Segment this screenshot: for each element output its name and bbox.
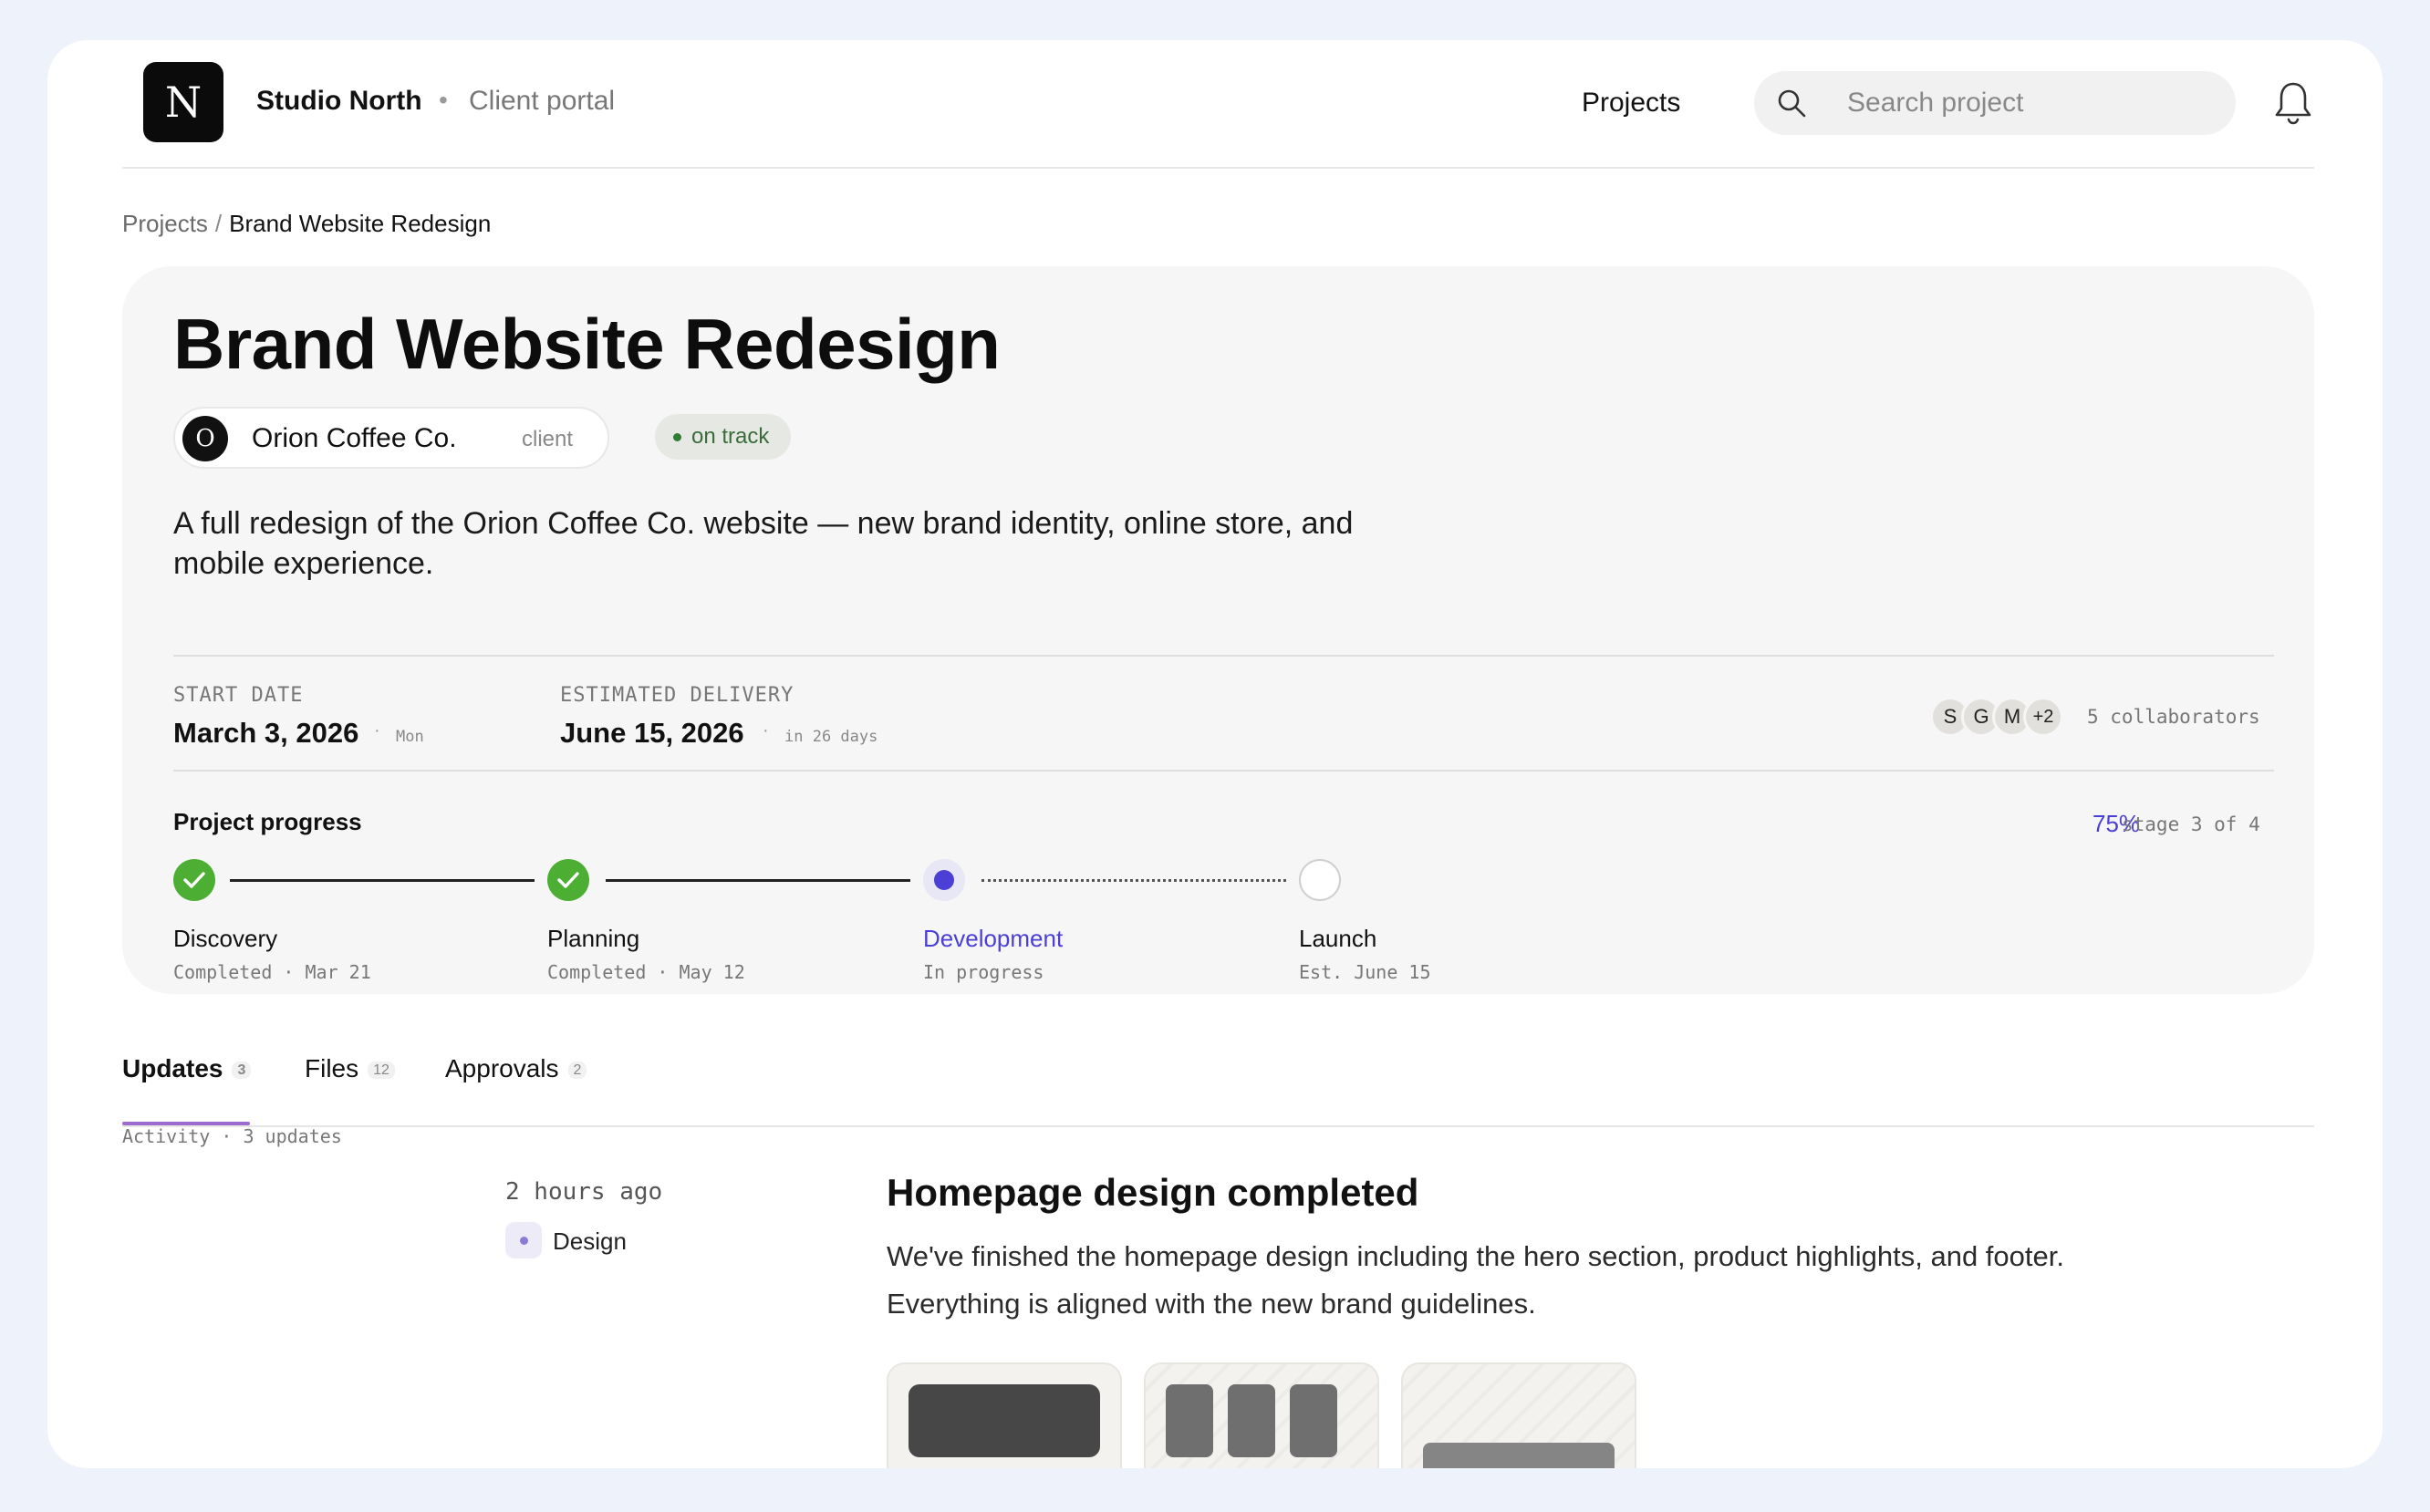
tab-count-badge: 12 (368, 1061, 395, 1079)
bell-icon[interactable] (2273, 80, 2313, 126)
thumbnail-preview-block (1423, 1443, 1615, 1468)
step-discovery-node (173, 859, 215, 901)
step-connector-pending (981, 879, 1286, 882)
client-role-tag: client (522, 427, 574, 451)
tab-count-badge: 3 (232, 1061, 252, 1079)
step-launch-label: Launch (1299, 925, 1377, 952)
delivery-countdown: in 26 days (784, 728, 878, 746)
tab-files[interactable]: Files 12 (305, 1054, 395, 1083)
tab-approvals[interactable]: Approvals 2 (445, 1054, 587, 1083)
breadcrumb: Projects / Brand Website Redesign (122, 210, 491, 238)
progress-stage: stage 3 of 4 (2122, 813, 2260, 835)
check-icon (557, 872, 579, 888)
breadcrumb-current: Brand Website Redesign (229, 210, 492, 237)
step-development-node (923, 859, 965, 901)
step-planning-label: Planning (547, 925, 640, 952)
tab-bar: Updates 3 Files 12 Approvals 2 (122, 1032, 2314, 1127)
attachment-thumbnail-2[interactable] (1144, 1362, 1379, 1468)
delivery-dot: · (763, 720, 769, 740)
tab-count-badge: 2 (567, 1061, 587, 1079)
delivery-label: ESTIMATED DELIVERY (560, 684, 794, 707)
brand-separator: • (439, 86, 448, 114)
activity-summary: Activity · 3 updates (122, 1125, 342, 1147)
page-container: N Studio North • Client portal Projects … (122, 40, 2314, 1468)
category-dot-icon (505, 1222, 542, 1258)
breadcrumb-projects-link[interactable]: Projects (122, 210, 208, 237)
search-box[interactable] (1754, 71, 2236, 135)
studio-logo[interactable]: N (143, 62, 223, 142)
collaborators-count: 5 collaborators (2087, 706, 2260, 728)
update-timestamp: 2 hours ago (505, 1178, 663, 1206)
search-input[interactable] (1847, 80, 2212, 126)
breadcrumb-separator: / (214, 210, 223, 237)
start-date-value: March 3, 2026 (173, 717, 359, 749)
progress-stepper: Discovery Completed · Mar 21 Planning Co… (173, 859, 1542, 987)
thumbnail-preview-block (1166, 1384, 1213, 1457)
attachment-thumbnail-1[interactable] (887, 1362, 1122, 1468)
thumbnail-preview-block (1290, 1384, 1337, 1457)
step-development-label: Development (923, 925, 1064, 952)
project-description: A full redesign of the Orion Coffee Co. … (173, 506, 1354, 581)
update-category-label: Design (553, 1227, 627, 1255)
app-window: N Studio North • Client portal Projects … (47, 40, 2383, 1468)
step-discovery-label: Discovery (173, 925, 278, 952)
avatar-overflow: +2 (2023, 697, 2063, 737)
client-avatar: O (182, 416, 228, 461)
step-development-status: In progress (923, 961, 1044, 983)
tab-label: Updates (122, 1054, 223, 1082)
delivery-value: June 15, 2026 (560, 717, 744, 749)
thumbnail-preview-block (909, 1384, 1100, 1457)
top-bar: N Studio North • Client portal Projects (122, 40, 2314, 169)
tab-label: Approvals (445, 1054, 559, 1082)
step-launch-node (1299, 859, 1341, 901)
client-name: Orion Coffee Co. (252, 423, 457, 453)
portal-label: Client portal (469, 86, 616, 116)
start-date-label: START DATE (173, 684, 304, 707)
start-date-weekday: Mon (396, 728, 424, 746)
step-discovery-status: Completed · Mar 21 (173, 961, 371, 983)
progress-title: Project progress (173, 808, 362, 835)
update-title: Homepage design completed (887, 1171, 1419, 1214)
check-icon (183, 872, 205, 888)
client-chip[interactable]: O Orion Coffee Co. client (173, 407, 609, 469)
thumbnail-preview-block (1228, 1384, 1275, 1457)
attachment-thumbnail-3[interactable] (1401, 1362, 1636, 1468)
step-planning-node (547, 859, 589, 901)
project-meta: START DATE March 3, 2026 · Mon ESTIMATED… (173, 655, 2274, 772)
tab-updates[interactable]: Updates 3 (122, 1054, 252, 1083)
search-icon (1778, 89, 1806, 118)
nav-projects-link[interactable]: Projects (1582, 88, 1680, 119)
step-launch-status: Est. June 15 (1299, 961, 1431, 983)
page-title: Brand Website Redesign (173, 304, 1001, 384)
start-date-dot: · (374, 720, 380, 740)
step-planning-status: Completed · May 12 (547, 961, 745, 983)
status-badge: on track (655, 414, 792, 460)
step-connector (230, 879, 535, 882)
project-card: Brand Website Redesign O Orion Coffee Co… (122, 266, 2314, 994)
brand-name: Studio North (256, 86, 422, 116)
step-connector (606, 879, 910, 882)
tab-label: Files (305, 1054, 359, 1082)
update-body: We've finished the homepage design inclu… (887, 1240, 2064, 1320)
